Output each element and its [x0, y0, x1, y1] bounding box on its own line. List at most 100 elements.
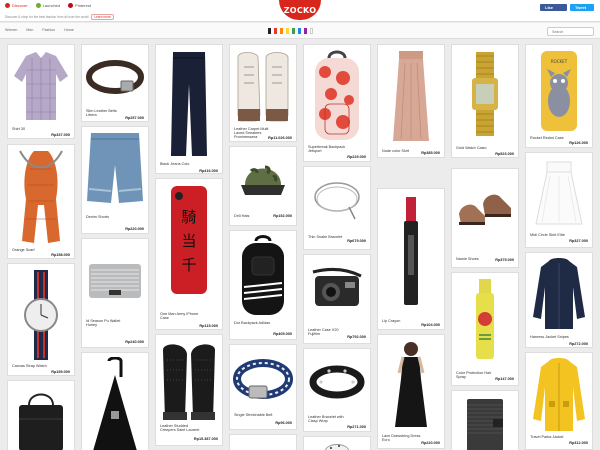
product-card[interactable]: Dor Backpack Adidas Rp405.000	[229, 230, 297, 340]
product-image	[85, 48, 145, 106]
tab-men[interactable]: Men	[26, 28, 33, 32]
color-swatch[interactable]	[298, 28, 301, 34]
search-input[interactable]	[552, 29, 590, 34]
product-card[interactable]: Color Protection Hair Spray Rp147.000	[451, 272, 519, 386]
product-card[interactable]	[229, 434, 297, 450]
learn-more-link[interactable]: Learn more	[91, 14, 114, 20]
product-card[interactable]: Denim Shorts Rp220.000	[81, 126, 149, 234]
product-card[interactable]: Leather Studded Creepers Saint Laurent R…	[155, 334, 223, 446]
product-name: Gold Watch Casio	[456, 146, 487, 150]
product-image: 騎当千	[159, 182, 219, 298]
product-name: Leather Studded Creepers Saint Laurent	[160, 424, 200, 433]
product-name: Shirt 30	[12, 127, 26, 131]
product-card[interactable]: Black Jeans Colo Rp416.000	[155, 44, 223, 174]
product-card[interactable]	[7, 380, 75, 450]
nav-launched[interactable]: Launched	[35, 3, 60, 8]
search-box[interactable]	[547, 27, 594, 36]
product-price: Rp104.000	[421, 323, 440, 327]
filter-bar: Women Men Fashion Home	[0, 23, 600, 39]
product-card[interactable]: Orange Scarf Rp158.000	[7, 144, 75, 259]
product-price: Rp240.000	[125, 340, 144, 344]
tab-home[interactable]: Home	[64, 28, 74, 32]
product-image	[233, 234, 293, 320]
product-card[interactable]: Single Stretchable Belt Rp96.000	[229, 344, 297, 430]
product-card[interactable]: Lip Crayon Rp104.000	[377, 188, 445, 330]
product-image	[11, 48, 71, 123]
color-swatch[interactable]	[310, 28, 313, 34]
tab-fashion[interactable]: Fashion	[42, 28, 55, 32]
product-card[interactable]	[81, 352, 149, 450]
product-card[interactable]: Lace Drawstring Dress Ecro Rp220.000	[377, 334, 445, 449]
product-name: Color Protection Hair Spray	[456, 371, 492, 380]
product-name: Dor Backpack Adidas	[234, 321, 271, 325]
product-price: Rp126.000	[569, 141, 588, 145]
product-name: Midi Circle Skirt Elite	[530, 233, 565, 237]
product-card[interactable]: Shirt 30 Rp337.000	[7, 44, 75, 139]
product-card[interactable]: Drill Hats Rp152.000	[229, 146, 297, 226]
product-card[interactable]: Leather Bracelet with Clasp Wrap Rp271.0…	[303, 348, 371, 432]
product-card[interactable]: Slim Leather Belts Libera Rp257.000	[81, 44, 149, 122]
nav-pinterest[interactable]: Pinterest	[68, 3, 91, 8]
product-image	[529, 356, 589, 434]
pinterest-icon	[68, 3, 74, 8]
product-card[interactable]: Thin Snake Bracelet Rp679.000	[303, 166, 371, 250]
product-card[interactable]	[451, 390, 519, 450]
product-card[interactable]: Travel Parka Jacket Rp312.000	[525, 352, 593, 450]
nav-pinterest-label: Pinterest	[75, 3, 91, 8]
product-card[interactable]: Gold Watch Casio Rp523.000	[451, 44, 519, 158]
product-image	[455, 172, 515, 250]
product-image	[307, 258, 367, 322]
product-card[interactable]: Canvas Strap Watch Rp159.000	[7, 263, 75, 376]
product-price: Rp337.000	[51, 133, 70, 137]
product-image	[307, 352, 367, 412]
color-swatch[interactable]	[268, 28, 271, 34]
product-card[interactable]: Midi Circle Skirt Elite Rp327.000	[525, 152, 593, 248]
product-name: Lace Drawstring Dress Ecro	[382, 434, 421, 443]
product-image	[233, 48, 293, 124]
product-name: Rocket Redmi Case	[530, 136, 564, 140]
product-card[interactable]: 騎当千 One Man Army iPhone Case Rp115.000	[155, 178, 223, 330]
product-name: Travel Parka Jacket	[530, 435, 564, 439]
twitter-button[interactable]: Tweet	[570, 4, 594, 11]
top-bar: Discover Launched Pinterest Discover & s…	[0, 0, 600, 22]
product-name: Slim Leather Belts Libera	[86, 109, 117, 118]
product-price: Rp416.000	[199, 169, 218, 173]
product-image	[11, 148, 71, 246]
product-card[interactable]: Nude color Skirt Rp385.000	[377, 44, 445, 158]
product-price: Rp271.000	[347, 425, 366, 429]
svg-text:ROCKET: ROCKET	[551, 59, 568, 64]
product-image	[233, 150, 293, 210]
product-price: Rp220.000	[421, 441, 440, 445]
product-card[interactable]: ROCKET Rocket Redmi Case Rp126.000	[525, 44, 593, 148]
color-swatch[interactable]	[286, 28, 289, 34]
product-image	[455, 48, 515, 140]
facebook-button[interactable]: Like	[540, 4, 567, 11]
product-image	[159, 338, 219, 424]
product-card[interactable]: Leather Carpet Multi Laced Sneakers Pron…	[229, 44, 297, 142]
color-swatch[interactable]	[274, 28, 277, 34]
product-name: Namie Shoes	[456, 257, 479, 261]
product-card[interactable]: Leather Case X20 Fujifilm Rp792.000	[303, 254, 371, 344]
product-image	[233, 348, 293, 410]
product-card[interactable]: Id Season Pu Wallet Hurley Rp240.000	[81, 238, 149, 348]
check-icon	[35, 3, 41, 8]
color-swatch[interactable]	[304, 28, 307, 34]
product-image	[381, 192, 441, 310]
color-swatch[interactable]	[292, 28, 295, 34]
product-price: Rp327.000	[569, 239, 588, 243]
product-card[interactable]	[303, 436, 371, 450]
nav-discover[interactable]: Discover	[5, 3, 28, 8]
color-swatch[interactable]	[280, 28, 283, 34]
zocko-logo[interactable]: ZOCKO	[279, 0, 321, 20]
tagline-text: Discover & shop for the best fashion fro…	[5, 15, 90, 19]
product-image: ROCKET	[529, 48, 589, 134]
product-card[interactable]: Harness Jacket Snipes Rp272.000	[525, 252, 593, 348]
product-card[interactable]: Namie Shoes Rp375.000	[451, 168, 519, 268]
product-image	[529, 156, 589, 232]
tab-women[interactable]: Women	[5, 28, 17, 32]
product-card[interactable]: Superbreak Backpack Jetsport Rp229.000	[303, 44, 371, 162]
product-price: Rp15.387.000	[193, 437, 218, 441]
product-image	[85, 242, 145, 320]
product-name: Leather Bracelet with Clasp Wrap	[308, 415, 344, 424]
product-name: Harness Jacket Snipes	[530, 335, 569, 339]
